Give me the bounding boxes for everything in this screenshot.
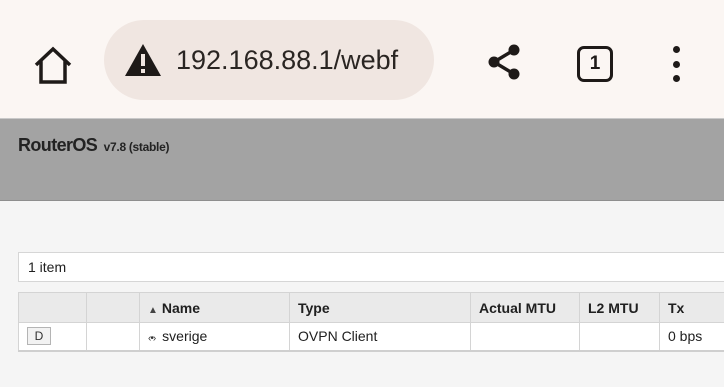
version-label: v7.8 (stable): [103, 140, 170, 154]
table-header-row: ▲ Name Type Actual MTU L2 MTU Tx: [18, 292, 724, 323]
table-row[interactable]: D ‹•› sverige OVPN Client 0 bps: [18, 322, 724, 352]
column-header-name[interactable]: ▲ Name: [139, 292, 290, 323]
product-name: RouterOS: [18, 135, 98, 155]
type-cell: OVPN Client: [289, 322, 471, 352]
url-text: 192.168.88.1/webf: [176, 44, 399, 75]
interface-table: ▲ Name Type Actual MTU L2 MTU Tx D ‹•› sve…: [18, 292, 724, 352]
share-button[interactable]: [484, 42, 524, 82]
routeros-title: RouterOS v7.8 (stable): [18, 135, 169, 156]
tab-switcher-button[interactable]: 1: [577, 46, 613, 82]
actual-mtu-cell: [470, 322, 580, 352]
tab-count: 1: [589, 53, 601, 74]
home-button[interactable]: [30, 42, 76, 88]
routeros-header: RouterOS v7.8 (stable): [0, 118, 724, 201]
column-header-comment[interactable]: [86, 292, 140, 323]
tx-cell: 0 bps: [659, 322, 724, 352]
item-count: 1 item: [18, 252, 724, 282]
dynamic-flag-badge: D: [27, 327, 51, 346]
address-bar[interactable]: 192.168.88.1/webf: [104, 20, 434, 100]
column-header-flags[interactable]: [18, 292, 87, 323]
name-cell[interactable]: ‹•› sverige: [139, 322, 290, 352]
column-header-tx[interactable]: Tx: [659, 292, 724, 323]
sort-ascending-icon: ▲: [148, 304, 158, 316]
column-header-actual-mtu[interactable]: Actual MTU: [470, 292, 580, 323]
interface-name: sverige: [162, 328, 208, 345]
share-icon: [488, 44, 520, 80]
column-header-type[interactable]: Type: [289, 292, 471, 323]
warning-icon[interactable]: [124, 43, 162, 77]
interface-icon: ‹•›: [148, 333, 156, 345]
browser-toolbar: 192.168.88.1/webf 1: [0, 0, 724, 118]
more-vert-icon[interactable]: [664, 44, 688, 84]
l2-mtu-cell: [579, 322, 660, 352]
home-icon: [34, 46, 72, 84]
column-header-name-label: Name: [161, 299, 201, 316]
comment-cell: [86, 322, 140, 352]
column-header-l2-mtu[interactable]: L2 MTU: [579, 292, 660, 323]
flag-cell: D: [18, 322, 87, 352]
content-area: 1 item ▲ Name Type Actual MTU L2 MTU Tx D: [0, 201, 724, 387]
